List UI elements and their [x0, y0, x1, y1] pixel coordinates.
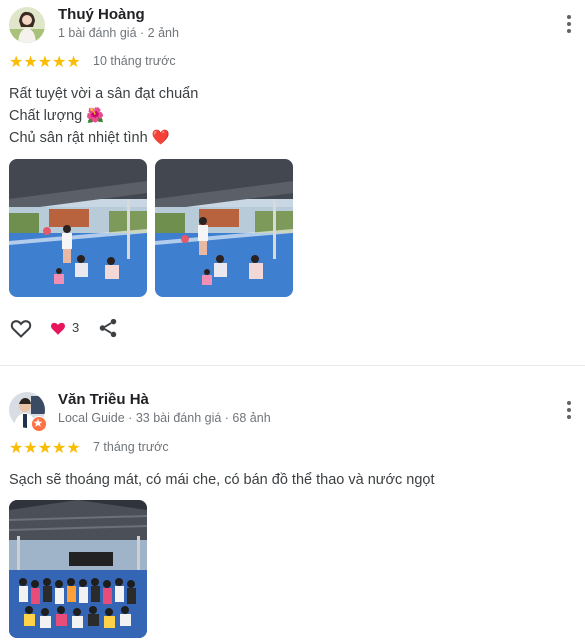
share-icon [99, 318, 117, 338]
like-button[interactable] [9, 316, 33, 345]
heart-outline-icon [10, 320, 32, 338]
star-icon: ★ [9, 440, 24, 457]
rating-stars: ★★★★★ [9, 438, 81, 458]
review-photo[interactable] [155, 159, 293, 297]
reviewer-avatar[interactable] [9, 7, 45, 43]
star-icon: ★ [52, 440, 67, 457]
reviewer-name[interactable]: Thuý Hoàng [58, 6, 145, 23]
share-button[interactable] [97, 317, 119, 344]
more-options-button[interactable] [563, 13, 575, 35]
star-icon: ★ [66, 440, 81, 457]
star-icon: ★ [52, 54, 67, 71]
more-vert-icon [567, 15, 571, 19]
review-text-line: Chủ sân rật nhiệt tình ❤️ [9, 130, 170, 146]
review-photo[interactable] [9, 500, 147, 638]
review-text-line: Rất tuyệt vời a sân đạt chuẩn [9, 86, 199, 102]
review-photo[interactable] [9, 159, 147, 297]
review-time: 10 tháng trước [93, 54, 176, 68]
heart-filled-icon [51, 322, 65, 335]
star-icon: ★ [37, 54, 53, 71]
star-icon: ★ [37, 440, 53, 457]
star-icon: ★ [23, 440, 38, 457]
more-options-button[interactable] [563, 399, 575, 421]
reaction-count[interactable] [49, 319, 67, 342]
review-divider [0, 365, 585, 366]
reviewer-meta[interactable]: 1 bài đánh giá · 2 ảnh [58, 26, 179, 40]
star-icon: ★ [23, 54, 38, 71]
star-icon: ★ [66, 54, 81, 71]
review-text-line: Sạch sẽ thoáng mát, có mái che, có bán đ… [9, 472, 435, 488]
review-text-line: Chất lượng 🌺 [9, 108, 105, 124]
like-count: 3 [72, 320, 80, 335]
star-icon: ★ [9, 54, 24, 71]
rating-stars: ★★★★★ [9, 52, 81, 72]
reviewer-meta[interactable]: Local Guide · 33 bài đánh giá · 68 ảnh [58, 411, 271, 425]
review-time: 7 tháng trước [93, 440, 169, 454]
local-guide-badge-icon [31, 416, 47, 432]
reviewer-name[interactable]: Văn Triều Hà [58, 391, 149, 408]
more-vert-icon [567, 401, 571, 405]
